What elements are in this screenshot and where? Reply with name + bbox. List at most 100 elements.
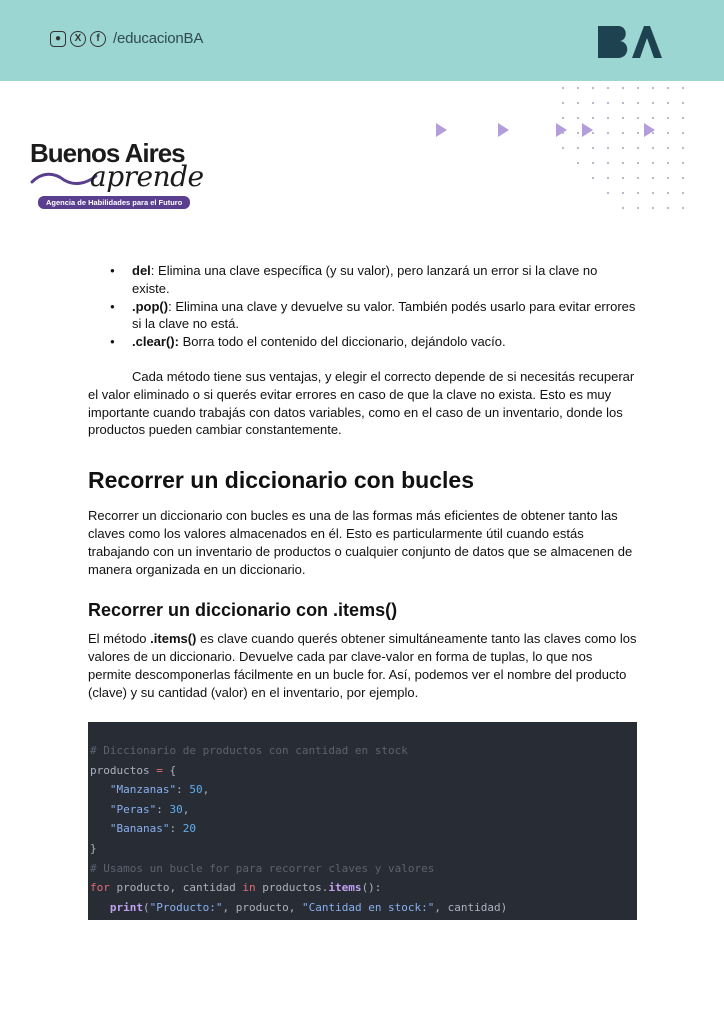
list-item-text: : Elimina una clave y devuelve su valor.… [132, 298, 636, 332]
code-string: "Cantidad en stock:" [301, 900, 435, 914]
decorative-dot [591, 176, 595, 180]
decorative-dot [681, 206, 685, 210]
code-string: "Manzanas" [109, 783, 177, 797]
decorative-dot [591, 101, 595, 105]
decorative-dot [666, 101, 670, 105]
decorative-dot [651, 161, 655, 165]
instagram-icon[interactable]: ● [50, 30, 66, 47]
decorative-dot [681, 161, 685, 165]
decorative-dot [636, 206, 640, 210]
decorative-dot [621, 101, 625, 105]
decorative-dot [666, 161, 670, 165]
decorative-dot [561, 101, 565, 105]
decorative-dot [561, 116, 565, 120]
decorative-dot [576, 131, 580, 135]
decorative-dot [591, 161, 595, 165]
decorative-dot [636, 131, 640, 135]
list-item-term: .clear(): [132, 334, 179, 350]
decorative-dot [591, 116, 595, 120]
decorative-dot [651, 131, 655, 135]
decorative-dot [681, 86, 685, 90]
code-string: "Producto:" [149, 900, 223, 914]
code-string: "Peras" [109, 802, 157, 816]
decorative-dot [606, 116, 610, 120]
code-keyword: in [242, 881, 256, 895]
social-handle[interactable]: /educacionBA [113, 30, 203, 47]
decorative-dot [651, 86, 655, 90]
decorative-dot [636, 86, 640, 90]
decorative-dot [606, 131, 610, 135]
decorative-dot [666, 86, 670, 90]
code-string: "Bananas" [109, 822, 170, 836]
code-method: items [328, 881, 362, 895]
header-band: ● X f /educacionBA [0, 0, 724, 81]
decorative-dot [681, 116, 685, 120]
list-item-term: del [132, 263, 151, 278]
decorative-dot [621, 116, 625, 120]
list-item-text: : Elimina una clave específica (y su val… [132, 263, 598, 296]
decorative-dot [606, 161, 610, 165]
code-line: print("Producto:", producto, "Cantidad e… [88, 898, 637, 918]
decorative-dot [576, 101, 580, 105]
list-item-term: .pop() [132, 298, 169, 314]
decorative-dot [651, 101, 655, 105]
logo-script: aprende [90, 160, 204, 193]
code-operator: = [149, 763, 170, 777]
decorative-dot [621, 146, 625, 150]
code-keyword: for [90, 881, 110, 895]
decorative-dot [681, 176, 685, 180]
decorative-dot [651, 146, 655, 150]
decorative-dot [666, 206, 670, 210]
decorative-dot [621, 191, 625, 195]
code-punct: (): [361, 881, 382, 895]
decorative-dot [681, 191, 685, 195]
decorative-dot [561, 86, 565, 90]
section-heading: Recorrer un diccionario con bucles [88, 467, 474, 494]
code-identifier: productos [90, 763, 150, 777]
decorative-dot [621, 86, 625, 90]
code-identifier: producto, cantidad [109, 881, 243, 895]
social-links: ● X f /educacionBA [50, 30, 203, 47]
code-line: # Diccionario de productos con cantidad … [88, 741, 637, 761]
code-identifier: , producto, [222, 900, 302, 914]
code-line: "Peras": 30, [109, 802, 190, 816]
decorative-dot [606, 191, 610, 195]
decorative-dot [561, 131, 565, 135]
subsection-heading: Recorrer un diccionario con .items() [88, 600, 398, 621]
list-item: .pop(): Elimina una clave y devuelve su … [88, 298, 638, 334]
code-punct: , [182, 802, 190, 816]
decorative-dot [606, 101, 610, 105]
code-number: 20 [182, 822, 196, 836]
code-number: 30 [169, 802, 183, 816]
decorative-dot [606, 146, 610, 150]
paragraph-methods: Cada método tiene sus ventajas, y elegir… [88, 368, 635, 438]
logo-tagline: Agencia de Habilidades para el Futuro [38, 196, 191, 209]
x-icon[interactable]: X [70, 30, 86, 47]
code-line: # Usamos un bucle for para recorrer clav… [88, 859, 637, 879]
paragraph-items-term: .items() [150, 631, 197, 647]
code-function: print [109, 900, 143, 914]
decorative-dot [576, 86, 580, 90]
decorative-dot-grid [561, 86, 685, 210]
decorative-dot [621, 161, 625, 165]
facebook-icon[interactable]: f [90, 30, 106, 47]
decorative-dot [636, 161, 640, 165]
list-item: del: Elimina una clave específica (y su … [88, 262, 638, 298]
decorative-dot [651, 176, 655, 180]
decorative-dot [651, 191, 655, 195]
decorative-dot [681, 146, 685, 150]
decorative-dot [666, 191, 670, 195]
decorative-dot [666, 116, 670, 120]
decorative-dot [666, 131, 670, 135]
decorative-dot [591, 86, 595, 90]
decorative-dot [666, 146, 670, 150]
decorative-dot [651, 116, 655, 120]
decorative-dot [636, 116, 640, 120]
decorative-dot [636, 146, 640, 150]
code-number: 50 [189, 783, 203, 797]
decorative-dot [621, 131, 625, 135]
decorative-dot [666, 176, 670, 180]
code-brace: } [90, 841, 97, 855]
code-line: } [88, 839, 637, 859]
document-body: del: Elimina una clave específica (y su … [88, 262, 638, 702]
